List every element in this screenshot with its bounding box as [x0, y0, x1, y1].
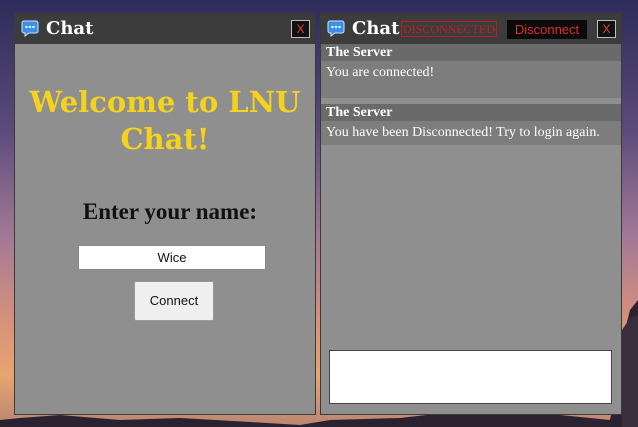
message-compose-input[interactable] — [329, 350, 612, 404]
message-text: You have been Disconnected! Try to login… — [321, 121, 621, 145]
message-list: The Server You are connected! The Server… — [321, 44, 621, 151]
connection-status-badge: DISCONNECTED — [401, 21, 497, 37]
window-title: Chat — [46, 18, 94, 39]
welcome-heading: Welcome to LNU Chat! — [15, 84, 315, 158]
close-button[interactable]: X — [291, 20, 310, 38]
disconnect-button[interactable]: Disconnect — [507, 20, 587, 39]
name-prompt: Enter your name: — [82, 199, 258, 224]
window-title: Chat — [352, 18, 400, 39]
chat-window: Chat DISCONNECTED Disconnect X The Serve… — [320, 13, 622, 415]
login-window-titlebar[interactable]: Chat X — [15, 14, 315, 44]
chat-bubble-icon — [327, 20, 345, 37]
name-input[interactable]: Wice — [78, 245, 266, 270]
message-sender: The Server — [321, 44, 621, 61]
message-text: You are connected! — [321, 61, 621, 98]
close-button[interactable]: X — [597, 20, 616, 38]
chat-bubble-icon — [21, 20, 39, 37]
welcome-text: Welcome to LNU Chat! — [29, 85, 301, 156]
message-sender: The Server — [321, 104, 621, 121]
message-item: The Server You have been Disconnected! T… — [321, 104, 621, 145]
connect-button[interactable]: Connect — [134, 281, 214, 321]
message-item: The Server You are connected! — [321, 44, 621, 98]
chat-window-titlebar[interactable]: Chat DISCONNECTED Disconnect X — [321, 14, 621, 44]
login-window: Chat X Welcome to LNU Chat! Enter your n… — [14, 13, 316, 415]
